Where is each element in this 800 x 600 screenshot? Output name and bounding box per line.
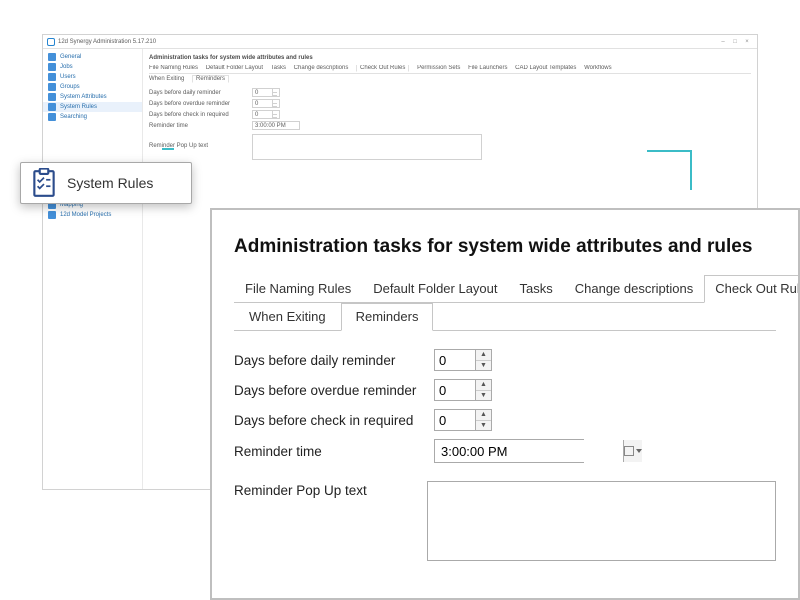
spin-down-button[interactable]: ▼ — [476, 361, 491, 371]
time-dropdown-button[interactable] — [623, 440, 642, 462]
input-reminder-time[interactable] — [434, 439, 584, 463]
window-maximize-button[interactable]: □ — [729, 39, 741, 45]
tabs-inner: When Exiting Reminders — [234, 302, 776, 331]
app-icon — [47, 38, 55, 46]
window-minimize-button[interactable]: – — [717, 39, 729, 45]
tab-default-folder-layout[interactable]: Default Folder Layout — [362, 275, 508, 303]
callout-label: System Rules — [67, 175, 153, 191]
sidebar-item-system-rules[interactable]: System Rules — [43, 102, 142, 112]
spin-down-button[interactable]: ▼ — [476, 421, 491, 431]
sidebar-item-groups[interactable]: Groups — [43, 82, 142, 92]
label-popup-text: Reminder Pop Up text — [234, 481, 427, 498]
sidebar-item-system-attributes[interactable]: System Attributes — [43, 92, 142, 102]
sidebar-item-jobs[interactable]: Jobs — [43, 62, 142, 72]
sidebar-item-searching[interactable]: Searching — [43, 112, 142, 122]
sidebar-item-12d-model-projects[interactable]: 12d Model Projects — [43, 210, 142, 220]
reminders-form: Days before daily reminder ▲ ▼ Days befo… — [234, 349, 776, 561]
input-daily-reminder-field[interactable] — [435, 350, 475, 370]
bg-tab[interactable]: Workflows — [584, 65, 612, 71]
input-overdue-reminder[interactable]: ▲ ▼ — [434, 379, 492, 401]
bg-tab[interactable]: File Naming Rules — [149, 65, 198, 71]
input-checkin-required-field[interactable] — [435, 410, 475, 430]
input-daily-reminder[interactable]: ▲ ▼ — [434, 349, 492, 371]
clipboard-check-icon — [31, 168, 57, 198]
bg-tab[interactable]: Permission Sets — [417, 65, 460, 71]
bg-tab[interactable]: CAD Layout Templates — [515, 65, 576, 71]
bg-tab[interactable]: Check Out Rules — [356, 65, 409, 72]
spin-down-button[interactable]: ▼ — [476, 391, 491, 401]
input-checkin-required[interactable]: ▲ ▼ — [434, 409, 492, 431]
sidebar-item-general[interactable]: General — [43, 52, 142, 62]
annotation-line — [162, 148, 174, 150]
bg-tab[interactable]: Default Folder Layout — [206, 65, 263, 71]
input-reminder-time-field[interactable] — [435, 440, 623, 462]
spin-up-button[interactable]: ▲ — [476, 410, 491, 421]
label-overdue-reminder: Days before overdue reminder — [234, 383, 434, 398]
panel-title: Administration tasks for system wide att… — [234, 236, 776, 258]
subtab-when-exiting[interactable]: When Exiting — [234, 303, 341, 331]
bg-titlebar: 12d Synergy Administration 5.17.210 – □ … — [43, 35, 757, 49]
app-title: 12d Synergy Administration 5.17.210 — [58, 39, 717, 45]
label-checkin-required: Days before check in required — [234, 413, 434, 428]
label-reminder-time: Reminder time — [234, 444, 434, 459]
callout-system-rules: System Rules — [20, 162, 192, 204]
bg-subtab[interactable]: Reminders — [192, 75, 229, 83]
zoom-panel: Administration tasks for system wide att… — [210, 208, 800, 600]
label-daily-reminder: Days before daily reminder — [234, 353, 434, 368]
bg-tab[interactable]: File Launchers — [468, 65, 507, 71]
bg-sidebar: General Jobs Users Groups System Attribu… — [43, 49, 143, 489]
tab-tasks[interactable]: Tasks — [509, 275, 564, 303]
spin-up-button[interactable]: ▲ — [476, 350, 491, 361]
input-overdue-reminder-field[interactable] — [435, 380, 475, 400]
bg-panel-title: Administration tasks for system wide att… — [149, 55, 751, 61]
bg-tab[interactable]: Tasks — [271, 65, 286, 71]
input-popup-text[interactable] — [427, 481, 776, 561]
window-close-button[interactable]: × — [741, 39, 753, 45]
spin-up-button[interactable]: ▲ — [476, 380, 491, 391]
tab-check-out-rules[interactable]: Check Out Rules — [704, 275, 800, 303]
subtab-reminders[interactable]: Reminders — [341, 303, 434, 331]
tab-change-descriptions[interactable]: Change descriptions — [564, 275, 705, 303]
bg-tabs-inner: When Exiting Reminders — [149, 76, 751, 82]
annotation-line — [690, 150, 692, 190]
bg-tab[interactable]: Change descriptions — [294, 65, 349, 71]
calendar-icon — [624, 446, 634, 456]
bg-subtab[interactable]: When Exiting — [149, 76, 184, 82]
chevron-down-icon — [636, 449, 642, 453]
tabs-outer: File Naming Rules Default Folder Layout … — [234, 274, 776, 303]
sidebar-item-users[interactable]: Users — [43, 72, 142, 82]
tab-file-naming-rules[interactable]: File Naming Rules — [234, 275, 362, 303]
bg-tabs-outer: File Naming Rules Default Folder Layout … — [149, 65, 751, 74]
annotation-line — [647, 150, 692, 152]
